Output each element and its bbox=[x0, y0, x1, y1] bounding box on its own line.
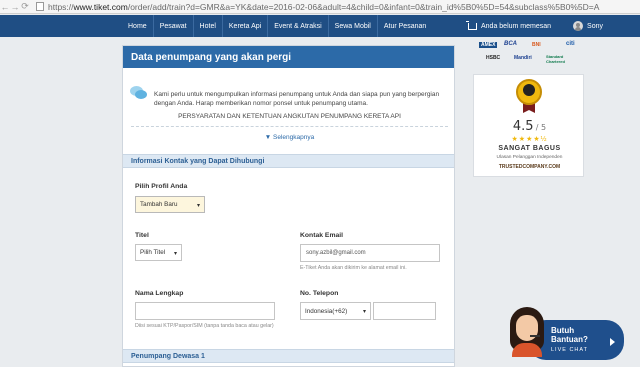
title-select-value: Pilih Titel bbox=[140, 249, 166, 256]
play-arrow-icon[interactable] bbox=[610, 338, 615, 346]
url-field[interactable]: https:// www.tiket.com /order/add/train?… bbox=[34, 2, 599, 12]
page-icon bbox=[36, 2, 44, 11]
trustedcompany-logo[interactable]: TRUSTEDCOMPANY.COM bbox=[474, 164, 585, 170]
profile-select-value: Tambah Baru bbox=[140, 201, 178, 208]
info-text: Kami perlu untuk mengumpulkan informasi … bbox=[154, 91, 440, 107]
nav-menu: Home Pesawat Hotel Kereta Api Event & At… bbox=[122, 15, 432, 37]
passenger-form-card: Data penumpang yang akan pergi Kami perl… bbox=[122, 45, 455, 367]
terms-heading: PERSYARATAN DAN KETENTUAN ANGKUTAN PENUM… bbox=[178, 113, 401, 120]
passenger-section-header: Penumpang Dewasa 1 bbox=[123, 349, 454, 363]
reload-icon[interactable]: ⟳ bbox=[20, 1, 30, 13]
rating-card: 4.5 / 5 ★★★★½ SANGAT BAGUS Ulasan Pelang… bbox=[473, 74, 584, 177]
title-label: Titel bbox=[135, 232, 149, 239]
rating-subtitle: Ulasan Pelanggan Independen bbox=[496, 155, 563, 160]
nav-item-atur-pesanan[interactable]: Atur Pesanan bbox=[376, 15, 432, 37]
name-hint: Diisi sesuai KTP/Paspor/SIM (tanpa tanda… bbox=[135, 323, 274, 329]
phone-label: No. Telepon bbox=[300, 290, 339, 297]
mandiri-logo: Mandiri bbox=[514, 55, 532, 61]
standard-chartered-logo: Standard Chartered bbox=[546, 54, 565, 64]
rating-max: / 5 bbox=[535, 123, 547, 132]
chat-bubble-icon bbox=[130, 86, 148, 100]
main-navbar: Home Pesawat Hotel Kereta Api Event & At… bbox=[0, 15, 640, 37]
citi-logo: citi bbox=[566, 41, 575, 47]
url-prefix: https:// bbox=[48, 1, 74, 12]
phone-country-value: Indonesia(+62) bbox=[305, 307, 348, 315]
profile-select[interactable]: Tambah Baru ▾ bbox=[135, 196, 205, 213]
rating-stars: ★★★★½ bbox=[511, 136, 548, 143]
nav-item-pesawat[interactable]: Pesawat bbox=[152, 15, 193, 37]
url-path: /order/add/train?d=GMR&a=YK&date=2016-02… bbox=[127, 1, 600, 12]
divider bbox=[131, 126, 448, 127]
phone-number-field[interactable] bbox=[373, 302, 436, 320]
chevron-down-icon: ▾ bbox=[173, 251, 177, 257]
name-label: Nama Lengkap bbox=[135, 290, 184, 297]
bni-logo: BNI bbox=[532, 42, 541, 48]
email-hint: E-Tiket Anda akan dikirim ke alamat emai… bbox=[300, 265, 407, 271]
nav-item-home[interactable]: Home bbox=[122, 15, 153, 37]
email-label: Kontak Email bbox=[300, 232, 344, 239]
chevron-down-icon: ▾ bbox=[196, 203, 200, 209]
amex-logo: AMEX bbox=[479, 42, 498, 48]
rating-score: 4.5 / 5 bbox=[474, 119, 585, 134]
hsbc-logo: HSBC bbox=[486, 55, 501, 61]
nav-item-event-atraksi[interactable]: Event & Atraksi bbox=[267, 15, 327, 37]
help-title[interactable]: Butuh Bantuan? bbox=[551, 326, 601, 344]
back-arrow-icon[interactable]: ← bbox=[0, 1, 10, 13]
user-name[interactable]: Sony bbox=[587, 23, 603, 30]
user-avatar-icon[interactable] bbox=[573, 21, 584, 31]
cart-icon[interactable] bbox=[466, 20, 477, 30]
phone-country-select[interactable]: Indonesia(+62) ▾ bbox=[300, 302, 371, 320]
browser-address-bar: ← → ⟳ https:// www.tiket.com /order/add/… bbox=[0, 0, 640, 14]
help-subtitle[interactable]: LIVE CHAT bbox=[551, 347, 588, 353]
contact-section-header: Informasi Kontak yang Dapat Dihubungi bbox=[123, 154, 454, 168]
bca-logo: BCA bbox=[504, 41, 517, 47]
nav-item-hotel[interactable]: Hotel bbox=[192, 15, 222, 37]
more-link[interactable]: ▼ Selengkapnya bbox=[123, 134, 456, 141]
agent-avatar-icon bbox=[506, 307, 548, 357]
full-name-field[interactable] bbox=[135, 302, 275, 320]
form-title: Data penumpang yang akan pergi bbox=[123, 46, 454, 68]
title-select[interactable]: Pilih Titel ▾ bbox=[135, 244, 182, 261]
chevron-down-icon: ▾ bbox=[362, 309, 366, 315]
url-host: www.tiket.com bbox=[73, 1, 128, 12]
nav-item-sewa-mobil[interactable]: Sewa Mobil bbox=[327, 15, 377, 37]
cart-label[interactable]: Anda belum memesan bbox=[481, 23, 551, 30]
nav-account: Anda belum memesan Sony bbox=[466, 15, 603, 37]
email-field[interactable]: sony.azbil@gmail.com bbox=[300, 244, 440, 262]
profile-label: Pilih Profil Anda bbox=[135, 183, 188, 190]
nav-item-kereta-api[interactable]: Kereta Api bbox=[221, 15, 267, 37]
forward-arrow-icon[interactable]: → bbox=[10, 1, 20, 13]
rating-verdict: SANGAT BAGUS bbox=[498, 145, 561, 152]
medal-icon bbox=[514, 79, 544, 113]
live-chat-widget[interactable]: Butuh Bantuan? LIVE CHAT bbox=[503, 305, 624, 360]
payment-logos: AMEX BCA BNI citi HSBC Mandiri Standard … bbox=[474, 39, 584, 67]
rating-value: 4.5 bbox=[512, 119, 534, 134]
